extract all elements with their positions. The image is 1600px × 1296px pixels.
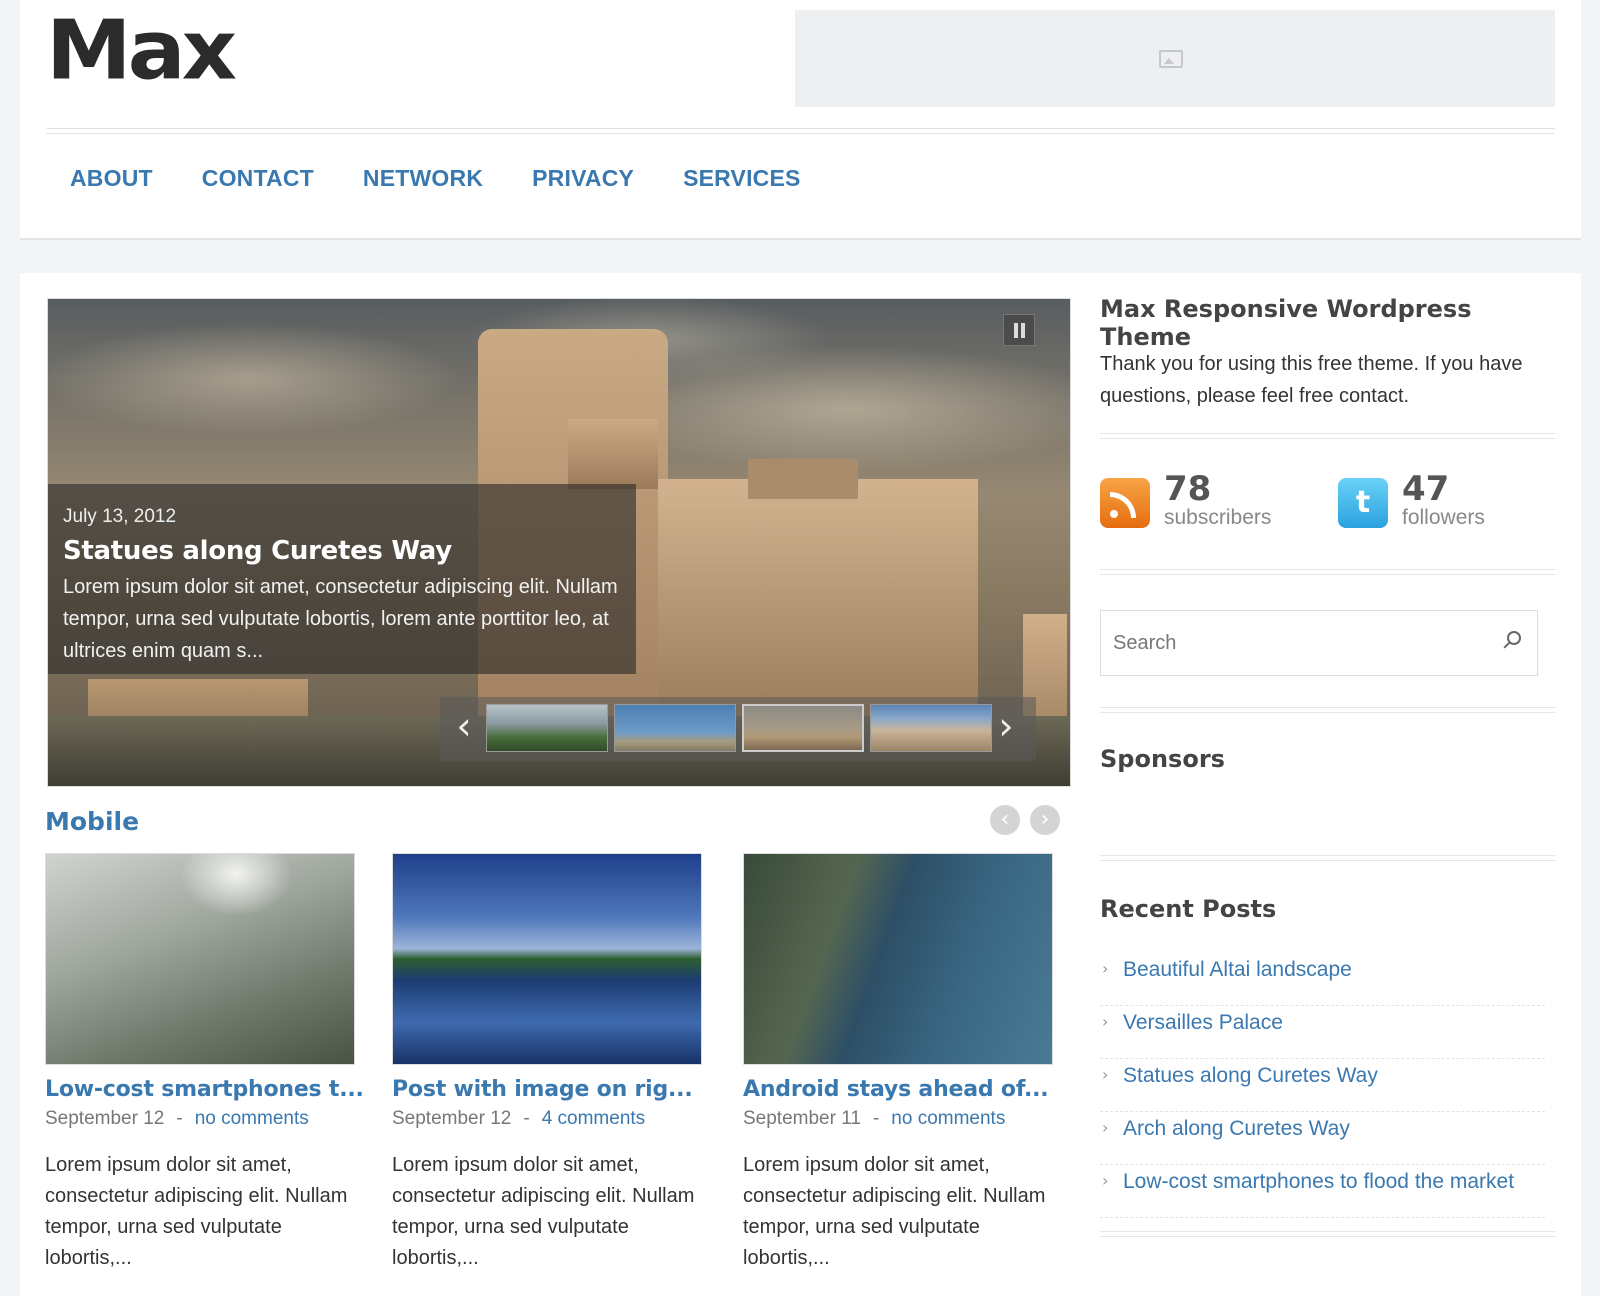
rss-count: 78: [1164, 469, 1212, 509]
site-header: Max ABOUT CONTACT NETWORK PRIVACY SERVIC…: [20, 0, 1581, 240]
list-item: › Beautiful Altai landscape: [1100, 953, 1545, 1006]
widget-divider: [1100, 707, 1555, 713]
carousel-next-icon[interactable]: ›: [1030, 805, 1060, 835]
twitter-count: 47: [1402, 469, 1450, 509]
main-nav: ABOUT CONTACT NETWORK PRIVACY SERVICES: [70, 165, 850, 192]
post-card: Low-cost smartphones t... September 12- n…: [45, 853, 364, 1274]
pause-icon[interactable]: [1003, 314, 1035, 346]
meta-separator: -: [176, 1108, 183, 1129]
rss-label: subscribers: [1164, 506, 1272, 529]
nav-contact[interactable]: CONTACT: [202, 165, 314, 192]
slide-title[interactable]: Statues along Curetes Way: [63, 536, 452, 566]
slide-thumbnail[interactable]: [614, 704, 736, 752]
nav-privacy[interactable]: PRIVACY: [532, 165, 634, 192]
post-date: September 12: [392, 1108, 512, 1129]
widget-divider: [1100, 569, 1555, 575]
list-item: › Low-cost smartphones to flood the marke…: [1100, 1165, 1545, 1218]
widget-title-sponsors: Sponsors: [1100, 745, 1225, 773]
post-title[interactable]: Low-cost smartphones t...: [45, 1077, 364, 1102]
nav-services[interactable]: SERVICES: [683, 165, 801, 192]
slide-date: July 13, 2012: [63, 506, 177, 527]
search-icon[interactable]: [1507, 631, 1521, 645]
slide-thumbnail[interactable]: [742, 704, 864, 752]
post-title[interactable]: Android stays ahead of...: [743, 1077, 1053, 1102]
recent-post-link[interactable]: Versailles Palace: [1123, 1011, 1283, 1035]
carousel-prev-icon[interactable]: ‹: [990, 805, 1020, 835]
nav-about[interactable]: ABOUT: [70, 165, 153, 192]
widget-divider: [1100, 1231, 1555, 1237]
post-excerpt: Lorem ipsum dolor sit amet, consectetur …: [45, 1154, 348, 1269]
meta-separator: -: [872, 1108, 880, 1129]
main-content: July 13, 2012 Statues along Curetes Way …: [20, 273, 1581, 1296]
post-thumbnail[interactable]: [392, 853, 702, 1065]
image-placeholder-icon: [1159, 50, 1183, 68]
post-card: Post with image on rig... September 12-4…: [392, 853, 702, 1274]
recent-post-link[interactable]: Beautiful Altai landscape: [1123, 958, 1352, 982]
header-divider: [46, 128, 1555, 134]
widget-divider: [1100, 433, 1555, 439]
recent-posts-list: › Beautiful Altai landscape › Versailles P…: [1100, 953, 1545, 1218]
post-thumbnail[interactable]: [45, 853, 355, 1065]
post-date: September 11: [743, 1108, 861, 1129]
section-title-mobile[interactable]: Mobile: [45, 807, 139, 836]
post-excerpt: Lorem ipsum dolor sit amet, consectetur …: [743, 1154, 1046, 1269]
chevron-right-icon: ›: [1102, 1118, 1109, 1137]
post-title[interactable]: Post with image on rig...: [392, 1077, 702, 1102]
post-meta: September 11- no comments: [743, 1108, 1053, 1130]
list-item: › Arch along Curetes Way: [1100, 1112, 1545, 1165]
widget-title-about: Max Responsive Wordpress Theme: [1100, 295, 1472, 351]
featured-slider[interactable]: July 13, 2012 Statues along Curetes Way …: [47, 298, 1071, 787]
widget-title-recent-posts: Recent Posts: [1100, 895, 1277, 923]
twitter-icon[interactable]: t: [1338, 478, 1388, 528]
post-date: September 12: [45, 1108, 165, 1129]
recent-post-link[interactable]: Statues along Curetes Way: [1123, 1064, 1378, 1088]
slide-caption: July 13, 2012 Statues along Curetes Way …: [48, 484, 636, 674]
slide-excerpt: Lorem ipsum dolor sit amet, consectetur …: [63, 576, 618, 662]
recent-post-link[interactable]: Low-cost smartphones to flood the market: [1123, 1170, 1514, 1194]
list-item: › Statues along Curetes Way: [1100, 1059, 1545, 1112]
list-item: › Versailles Palace: [1100, 1006, 1545, 1059]
post-thumbnail[interactable]: [743, 853, 1053, 1065]
post-comments-link[interactable]: 4 comments: [542, 1108, 645, 1129]
widget-divider: [1100, 855, 1555, 861]
slider-next-icon[interactable]: ›: [996, 707, 1016, 745]
widget-about-text: Thank you for using this free theme. If …: [1100, 353, 1523, 407]
slide-thumbnails: ‹ ›: [440, 697, 1036, 761]
slide-ruin: [748, 459, 858, 499]
post-excerpt: Lorem ipsum dolor sit amet, consectetur …: [392, 1154, 695, 1269]
post-comments-link[interactable]: no comments: [891, 1108, 1005, 1129]
rss-icon[interactable]: [1100, 478, 1150, 528]
chevron-right-icon: ›: [1102, 959, 1109, 978]
site-logo[interactable]: Max: [46, 10, 237, 92]
recent-post-link[interactable]: Arch along Curetes Way: [1123, 1117, 1350, 1141]
post-comments-link[interactable]: no comments: [195, 1108, 309, 1129]
post-meta: September 12- no comments: [45, 1108, 355, 1130]
nav-network[interactable]: NETWORK: [363, 165, 483, 192]
chevron-right-icon: ›: [1102, 1171, 1109, 1190]
search-input[interactable]: [1101, 611, 1505, 675]
chevron-right-icon: ›: [1102, 1012, 1109, 1031]
chevron-right-icon: ›: [1102, 1065, 1109, 1084]
sidebar: Max Responsive Wordpress Theme Thank you…: [1100, 273, 1555, 1296]
post-meta: September 12-4 comments: [392, 1108, 702, 1130]
slide-ruin: [568, 419, 658, 489]
meta-separator: -: [523, 1108, 530, 1129]
slide-thumbnail[interactable]: [486, 704, 608, 752]
ad-banner[interactable]: [795, 10, 1555, 107]
slide-thumbnail[interactable]: [870, 704, 992, 752]
slider-prev-icon[interactable]: ‹: [454, 707, 474, 745]
search-form: [1100, 610, 1538, 676]
post-card: Android stays ahead of... September 11- n…: [743, 853, 1053, 1274]
twitter-label: followers: [1402, 506, 1485, 529]
